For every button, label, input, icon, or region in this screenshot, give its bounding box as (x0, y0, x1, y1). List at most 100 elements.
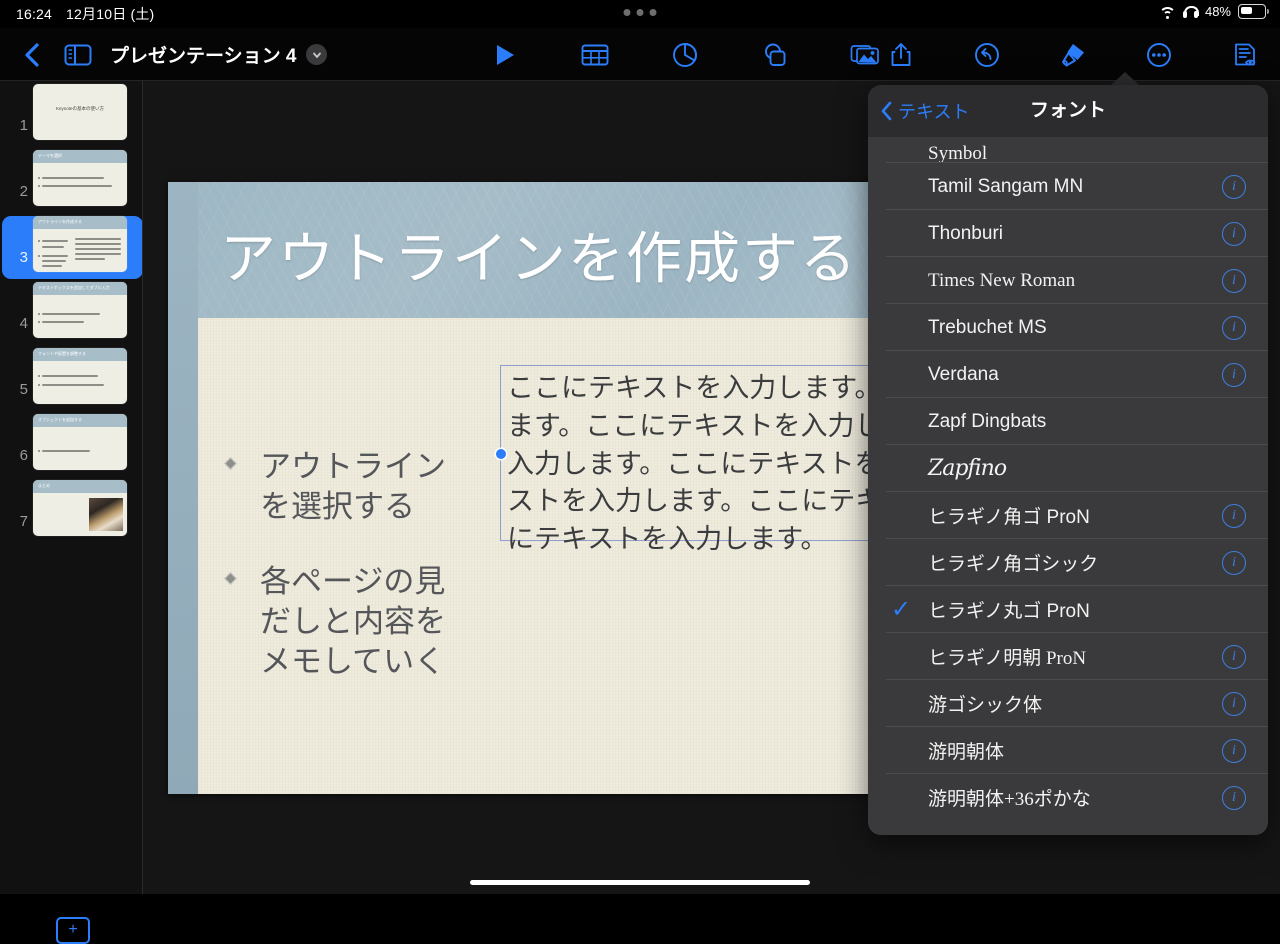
text-box-resize-handle[interactable] (496, 449, 506, 459)
multitask-handle-icon[interactable] (623, 9, 657, 16)
info-icon[interactable]: i (1222, 362, 1246, 387)
home-indicator[interactable] (470, 880, 810, 885)
font-row-thonburi[interactable]: Thonburi i (868, 210, 1268, 257)
presenter-notes-button[interactable] (1230, 40, 1260, 70)
info-icon[interactable]: i (1222, 315, 1246, 340)
info-icon[interactable]: i (1222, 550, 1246, 575)
text-box-content: ここにテキストを入力します。 ます。ここにテキストを入力し 入力します。ここにテ… (507, 373, 878, 556)
insert-shape-button[interactable] (760, 40, 790, 70)
font-row-trebuchet-ms[interactable]: Trebuchet MS i (868, 304, 1268, 351)
document-title: プレゼンテーション 4 (110, 46, 297, 67)
thumb-title-7: まとめ (38, 483, 50, 488)
slide-thumbnail-1[interactable]: Keynoteの基本の使い方 (33, 84, 127, 140)
info-icon[interactable]: i (1222, 644, 1246, 669)
headphones-icon (1182, 5, 1199, 19)
diamond-bullet-icon (224, 457, 237, 470)
font-row-hiragino-kaku-gothic[interactable]: ヒラギノ角ゴシック i (868, 539, 1268, 586)
thumb-title-4: テキストボックスを追加してダブル入力 (38, 285, 110, 290)
bullet-item-2[interactable]: 各ページの見 だしと内容を メモしていく (220, 562, 470, 681)
checkmark-icon: ✓ (890, 595, 912, 623)
font-row-times-new-roman[interactable]: Times New Roman i (868, 257, 1268, 304)
slide-thumbnail-7[interactable]: まとめ (33, 480, 127, 536)
share-button[interactable] (886, 40, 916, 70)
document-title-group[interactable]: プレゼンテーション 4 (110, 28, 328, 81)
slide-thumbnail-6[interactable]: オブジェクトを追加する (33, 414, 127, 470)
info-icon[interactable]: i (1222, 691, 1246, 716)
chevron-down-icon[interactable] (306, 44, 328, 65)
format-button[interactable] (1058, 40, 1088, 70)
slide-thumbnail-3[interactable]: アウトラインを作成する (33, 216, 127, 272)
document-eye-icon (1235, 43, 1256, 65)
font-row-yu-mincho-36p-kana[interactable]: 游明朝体+36ポかな i (868, 774, 1268, 821)
share-icon (891, 43, 911, 66)
slide-title[interactable]: アウトラインを作成する (220, 214, 858, 295)
sidebar-toggle-button[interactable] (58, 28, 98, 81)
insert-chart-button[interactable] (670, 40, 700, 70)
thumb-title-2: テーマを選択 (38, 153, 62, 158)
font-list[interactable]: Symbol Tamil Sangam MN i Thonburi i Time… (868, 137, 1268, 835)
slide-number-5: 5 (19, 381, 28, 398)
insert-toolbar-group (490, 28, 880, 81)
font-row-zapfino[interactable]: Zapfino (868, 445, 1268, 492)
add-slide-button[interactable]: + (56, 917, 90, 944)
slide-thumb-item-1[interactable]: Keynoteの基本の使い方 1 (0, 84, 143, 150)
font-row-verdana[interactable]: Verdana i (868, 351, 1268, 398)
info-icon[interactable]: i (1222, 221, 1246, 246)
keynote-app-window: 16:24 12月10日 (土) 48% プレゼンテーション 4 Keynote… (0, 0, 1280, 944)
thumb-image-7 (89, 498, 123, 531)
slide-thumbnail-5[interactable]: フォントや配置を調整する (33, 348, 127, 404)
play-button[interactable] (490, 40, 520, 70)
bullet-item-1[interactable]: アウトライン を選択する (220, 447, 470, 526)
selected-text-box[interactable]: ここにテキストを入力します。 ます。ここにテキストを入力し 入力します。ここにテ… (496, 365, 878, 555)
popover-arrow (1111, 72, 1139, 85)
chevron-left-icon (25, 42, 39, 67)
slide-thumbnail-2[interactable]: テーマを選択 (33, 150, 127, 206)
slide-thumb-item-6[interactable]: オブジェクトを追加する 6 (0, 414, 143, 480)
slide-number-2: 2 (19, 183, 28, 200)
font-name-label: 游ゴシック体 (928, 695, 1043, 716)
slide-thumb-item-2[interactable]: テーマを選択 2 (0, 150, 143, 216)
font-row-tamil-sangam-mn[interactable]: Tamil Sangam MN i (868, 163, 1268, 210)
font-name-label: Zapf Dingbats (928, 410, 1047, 432)
font-row-zapf-dingbats[interactable]: Zapf Dingbats (868, 398, 1268, 445)
info-icon[interactable]: i (1222, 503, 1246, 528)
undo-button[interactable] (972, 40, 1002, 70)
font-row-hiragino-maru-gothic-pron[interactable]: ✓ ヒラギノ丸ゴ ProN (868, 586, 1268, 633)
slide-bullet-list[interactable]: アウトライン を選択する 各ページの見 だしと内容を メモしていく (220, 447, 470, 717)
status-bar: 16:24 12月10日 (土) 48% (0, 0, 1280, 28)
back-button[interactable] (10, 28, 54, 81)
undo-icon (975, 42, 999, 67)
chevron-down-glyph (313, 52, 321, 58)
info-icon[interactable]: i (1222, 268, 1246, 293)
thumb-title-5: フォントや配置を調整する (38, 351, 86, 356)
slide-navigator[interactable]: Keynoteの基本の使い方 1 テーマを選択 2 アウトラインを作成する 3 … (0, 81, 143, 944)
font-row-yu-gothic[interactable]: 游ゴシック体 i (868, 680, 1268, 727)
slide-thumbnail-4[interactable]: テキストボックスを追加してダブル入力 (33, 282, 127, 338)
slide-thumb-item-5[interactable]: フォントや配置を調整する 5 (0, 348, 143, 414)
slide-thumb-item-3[interactable]: アウトラインを作成する 3 (0, 216, 143, 282)
info-icon[interactable]: i (1222, 738, 1246, 763)
font-name-label: ヒラギノ明朝 ProN (928, 648, 1087, 669)
slide-number-4: 4 (19, 315, 28, 332)
slide-number-6: 6 (19, 447, 28, 464)
font-popover[interactable]: テキスト フォント Symbol Tamil Sangam MN i Thonb… (868, 85, 1268, 835)
more-button[interactable] (1144, 40, 1174, 70)
thumb-title-6: オブジェクトを追加する (38, 417, 82, 422)
insert-media-button[interactable] (850, 40, 880, 70)
slide-thumb-item-7[interactable]: まとめ 7 (0, 480, 143, 546)
status-bar-left: 16:24 12月10日 (土) (16, 4, 154, 24)
slide-thumb-item-4[interactable]: テキストボックスを追加してダブル入力 4 (0, 282, 143, 348)
current-slide[interactable]: アウトラインを作成する アウトライン を選択する 各ページの見 だしと内容を メ… (168, 182, 878, 794)
info-icon[interactable]: i (1222, 174, 1246, 199)
font-row-yu-mincho[interactable]: 游明朝体 i (868, 727, 1268, 774)
insert-table-button[interactable] (580, 40, 610, 70)
font-row-hiragino-mincho-pron[interactable]: ヒラギノ明朝 ProN i (868, 633, 1268, 680)
main-toolbar: プレゼンテーション 4 (0, 28, 1280, 81)
info-icon[interactable]: i (1222, 785, 1246, 810)
slide-number-3: 3 (19, 249, 28, 266)
battery-percent-label: 48% (1204, 4, 1231, 19)
font-row-symbol[interactable]: Symbol (868, 137, 1268, 164)
font-name-label: ヒラギノ丸ゴ ProN (928, 601, 1090, 622)
font-name-label: Zapfino (928, 456, 1007, 481)
font-row-hiragino-kaku-gothic-pron[interactable]: ヒラギノ角ゴ ProN i (868, 492, 1268, 539)
